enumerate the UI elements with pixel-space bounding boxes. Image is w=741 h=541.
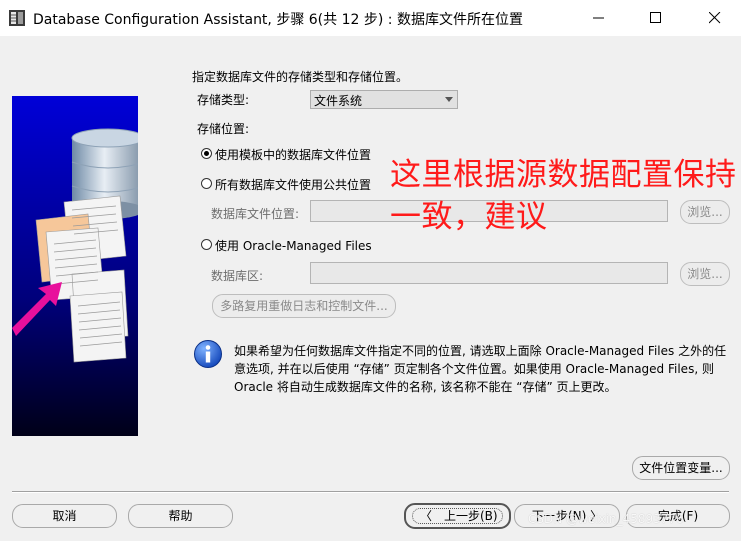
option-omf-label[interactable]: 使用 Oracle-Managed Files	[215, 237, 372, 254]
storage-type-value: 文件系统	[314, 94, 363, 108]
radio-common-location[interactable]	[201, 178, 212, 189]
title-bar: Database Configuration Assistant, 步骤 6(共…	[0, 0, 741, 36]
browse-db-area-button[interactable]: 浏览...	[680, 262, 730, 286]
close-icon	[709, 12, 721, 24]
divider	[12, 491, 729, 493]
file-location-variables-button[interactable]: 文件位置变量...	[632, 456, 730, 480]
db-area-label: 数据库区:	[211, 269, 264, 283]
csdn-watermark: CSDN @weixin_45893776	[528, 512, 684, 526]
multiplex-redo-button[interactable]: 多路复用重做日志和控制文件...	[212, 294, 396, 318]
window-title: Database Configuration Assistant, 步骤 6(共…	[33, 12, 523, 28]
storage-type-label: 存储类型:	[197, 93, 250, 107]
minimize-button[interactable]	[576, 0, 622, 36]
info-icon	[194, 340, 222, 368]
maximize-button[interactable]	[633, 0, 679, 36]
dialog-content: 指定数据库文件的存储类型和存储位置。 存储类型: 文件系统 存储位置: 使用模板…	[0, 36, 741, 541]
red-annotation-text: 这里根据源数据配置保持一致，建议	[390, 157, 737, 235]
storage-type-select[interactable]: 文件系统	[310, 90, 458, 109]
radio-omf[interactable]	[201, 239, 212, 250]
chevron-left-icon: 〈	[420, 509, 433, 523]
intro-text: 指定数据库文件的存储类型和存储位置。	[192, 70, 409, 84]
close-button[interactable]	[692, 0, 738, 36]
back-button-label: 上一步(B)	[444, 509, 498, 523]
chevron-down-icon	[445, 97, 453, 102]
storage-location-label: 存储位置:	[197, 122, 250, 136]
back-button[interactable]: 〈 上一步(B)	[404, 503, 511, 529]
cancel-button[interactable]: 取消	[12, 504, 117, 528]
database-files-illustration	[12, 96, 138, 436]
db-file-location-label: 数据库文件位置:	[211, 207, 300, 221]
info-message: 如果希望为任何数据库文件指定不同的位置, 请选取上面除 Oracle-Manag…	[234, 344, 727, 394]
option-common-label[interactable]: 所有数据库文件使用公共位置	[215, 176, 371, 193]
app-window-icon	[9, 10, 25, 26]
radio-template-location[interactable]	[201, 148, 212, 159]
minimize-icon	[593, 17, 604, 19]
option-template-label[interactable]: 使用模板中的数据库文件位置	[215, 146, 371, 163]
db-area-input[interactable]	[310, 262, 668, 284]
maximize-icon	[650, 12, 661, 23]
help-button[interactable]: 帮助	[128, 504, 233, 528]
